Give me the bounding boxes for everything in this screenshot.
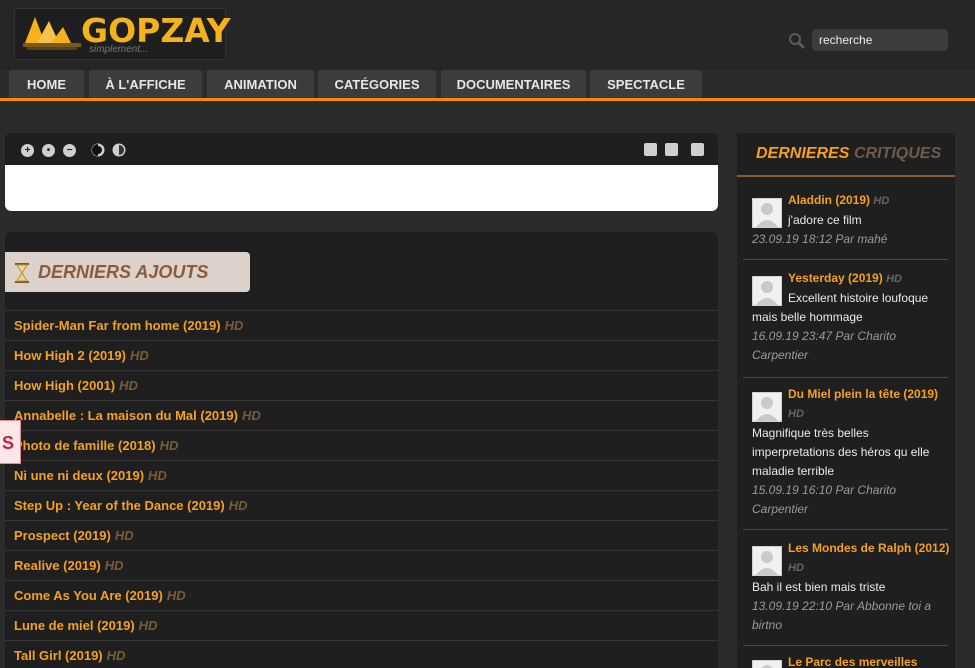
review-item: Les Mondes de Ralph (2012) HD Bah il est… bbox=[743, 539, 949, 646]
movie-title[interactable]: Photo de famille (2018) bbox=[14, 438, 156, 453]
player-box: + • − bbox=[5, 133, 718, 211]
player-controls: + • − bbox=[5, 133, 718, 165]
review-item: Du Miel plein la tête (2019) HD Magnifiq… bbox=[743, 385, 948, 530]
tab-categories[interactable]: CATÉGORIES bbox=[318, 70, 436, 99]
hd-badge: HD bbox=[106, 648, 126, 663]
latest-reviews: DERNIERES CRITIQUES Aladdin (2019) HD j'… bbox=[737, 133, 955, 668]
main-nav: HOME À L'AFFICHE ANIMATION CATÉGORIES DO… bbox=[0, 70, 975, 102]
movie-row[interactable]: Realive (2019) HD bbox=[5, 550, 718, 581]
hd-badge: HD bbox=[873, 195, 890, 207]
player-screen[interactable] bbox=[5, 165, 718, 211]
reset-icon[interactable]: • bbox=[42, 144, 55, 157]
search-icon[interactable] bbox=[788, 32, 806, 50]
brand-slogan: simplement... bbox=[89, 44, 149, 55]
hd-badge: HD bbox=[159, 438, 179, 453]
review-item: Le Parc des merveilles bbox=[743, 653, 948, 668]
movie-title[interactable]: Realive (2019) bbox=[14, 558, 101, 573]
movie-row[interactable]: Photo de famille (2018) HD bbox=[5, 430, 718, 461]
dark-mode-icon[interactable] bbox=[91, 143, 105, 157]
reviews-heading: DERNIERES CRITIQUES bbox=[737, 133, 955, 177]
movie-row[interactable]: How High 2 (2019) HD bbox=[5, 340, 718, 371]
nav-underline bbox=[0, 98, 975, 101]
search-input[interactable] bbox=[812, 29, 948, 51]
hd-badge: HD bbox=[129, 348, 149, 363]
movie-row[interactable]: Tall Girl (2019) HD bbox=[5, 640, 718, 668]
hd-badge: HD bbox=[166, 588, 186, 603]
review-comment: Bah il est bien mais triste bbox=[752, 580, 886, 594]
opera-house-logo-icon bbox=[23, 17, 81, 50]
review-movie-title[interactable]: Yesterday (2019) bbox=[788, 271, 883, 285]
movie-row[interactable]: How High (2001) HD bbox=[5, 370, 718, 401]
site-logo[interactable]: GOPZAY simplement... bbox=[14, 8, 231, 60]
movie-row[interactable]: Spider-Man Far from home (2019) HD bbox=[5, 310, 718, 341]
reviews-heading-word-1: DERNIERES bbox=[756, 145, 850, 162]
review-meta: 13.09.19 22:10 Par Abbonne toi a birtno bbox=[752, 599, 932, 632]
movie-title[interactable]: Ni une ni deux (2019) bbox=[14, 468, 144, 483]
hd-badge: HD bbox=[104, 558, 124, 573]
compact-view-icon[interactable] bbox=[665, 143, 678, 156]
zoom-out-icon[interactable]: − bbox=[63, 144, 76, 157]
floating-side-tab[interactable]: S bbox=[0, 420, 21, 464]
latest-additions: DERNIERS AJOUTS Spider-Man Far from home… bbox=[5, 232, 718, 668]
review-movie-title[interactable]: Aladdin (2019) bbox=[788, 193, 870, 207]
review-movie-title[interactable]: Le Parc des merveilles bbox=[788, 655, 917, 668]
review-item: Yesterday (2019) HD Excellent histoire l… bbox=[743, 269, 948, 378]
movie-title[interactable]: Spider-Man Far from home (2019) bbox=[14, 318, 221, 333]
movie-row[interactable]: Lune de miel (2019) HD bbox=[5, 610, 718, 641]
review-meta: 15.09.19 16:10 Par Charito Carpentier bbox=[752, 483, 897, 516]
movie-title[interactable]: How High (2001) bbox=[14, 378, 115, 393]
tab-a-laffiche[interactable]: À L'AFFICHE bbox=[89, 70, 202, 99]
tab-spectacle[interactable]: SPECTACLE bbox=[590, 70, 702, 99]
movie-row[interactable]: Prospect (2019) HD bbox=[5, 520, 718, 551]
review-meta: 23.09.19 18:12 Par mahé bbox=[752, 232, 888, 246]
hd-badge: HD bbox=[886, 273, 902, 285]
zoom-in-icon[interactable]: + bbox=[21, 144, 34, 157]
movie-title[interactable]: Lune de miel (2019) bbox=[14, 618, 135, 633]
hourglass-icon bbox=[15, 263, 29, 283]
movie-title[interactable]: Prospect (2019) bbox=[14, 528, 111, 543]
movie-row[interactable]: Ni une ni deux (2019) HD bbox=[5, 460, 718, 491]
review-meta: 16.09.19 23:47 Par Charito Carpentier bbox=[752, 329, 897, 362]
movie-row[interactable]: Step Up : Year of the Dance (2019) HD bbox=[5, 490, 718, 521]
review-comment: j'adore ce film bbox=[788, 213, 862, 227]
movie-row[interactable]: Come As You Are (2019) HD bbox=[5, 580, 718, 611]
review-comment: Excellent histoire loufoque mais belle h… bbox=[752, 291, 929, 324]
hd-badge: HD bbox=[788, 562, 804, 574]
movie-title[interactable]: How High 2 (2019) bbox=[14, 348, 126, 363]
hd-badge: HD bbox=[138, 618, 158, 633]
tab-documentaires[interactable]: DOCUMENTAIRES bbox=[441, 70, 586, 99]
latest-heading-text: DERNIERS AJOUTS bbox=[38, 262, 209, 282]
movie-row[interactable]: Annabelle : La maison du Mal (2019) HD bbox=[5, 400, 718, 431]
hd-badge: HD bbox=[241, 408, 261, 423]
hd-badge: HD bbox=[788, 408, 804, 420]
hd-badge: HD bbox=[119, 378, 138, 393]
movie-title[interactable]: Tall Girl (2019) bbox=[14, 648, 103, 663]
review-movie-title[interactable]: Les Mondes de Ralph (2012) bbox=[788, 541, 949, 555]
hd-badge: HD bbox=[148, 468, 167, 483]
tab-home[interactable]: HOME bbox=[9, 70, 84, 99]
movie-title[interactable]: Come As You Are (2019) bbox=[14, 588, 163, 603]
review-movie-title[interactable]: Du Miel plein la tête (2019) bbox=[788, 387, 938, 401]
hd-badge: HD bbox=[224, 318, 244, 333]
light-mode-icon[interactable] bbox=[112, 143, 126, 157]
review-item: Aladdin (2019) HD j'adore ce film 23.09.… bbox=[743, 191, 948, 260]
expand-icon[interactable] bbox=[691, 143, 704, 156]
tab-animation[interactable]: ANIMATION bbox=[207, 70, 314, 99]
reviews-heading-word-2: CRITIQUES bbox=[854, 145, 942, 162]
movie-title[interactable]: Step Up : Year of the Dance (2019) bbox=[14, 498, 225, 513]
hd-badge: HD bbox=[114, 528, 134, 543]
latest-heading: DERNIERS AJOUTS bbox=[5, 252, 250, 292]
list-view-icon[interactable] bbox=[644, 143, 657, 156]
movie-title[interactable]: Annabelle : La maison du Mal (2019) bbox=[14, 408, 238, 423]
header: GOPZAY simplement... bbox=[0, 0, 975, 70]
review-comment: Magnifique très belles imperpretations d… bbox=[752, 426, 930, 478]
hd-badge: HD bbox=[228, 498, 248, 513]
